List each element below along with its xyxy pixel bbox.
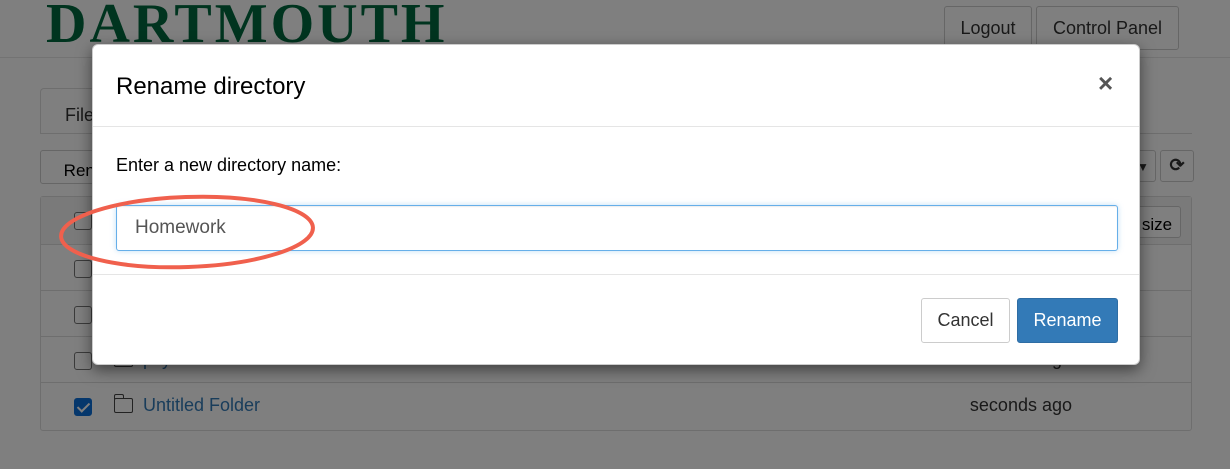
- dialog-title: Rename directory: [116, 73, 306, 100]
- dialog-header: Rename directory ×: [93, 45, 1139, 127]
- rename-directory-dialog: Rename directory × Enter a new directory…: [92, 44, 1140, 365]
- close-icon[interactable]: ×: [1098, 69, 1113, 97]
- rename-button[interactable]: Rename: [1017, 298, 1118, 343]
- dialog-footer: Cancel Rename: [93, 275, 1139, 365]
- directory-name-input[interactable]: [116, 205, 1118, 251]
- directory-name-label: Enter a new directory name:: [116, 155, 342, 175]
- cancel-button[interactable]: Cancel: [921, 298, 1010, 343]
- dialog-body: Enter a new directory name:: [93, 127, 1139, 275]
